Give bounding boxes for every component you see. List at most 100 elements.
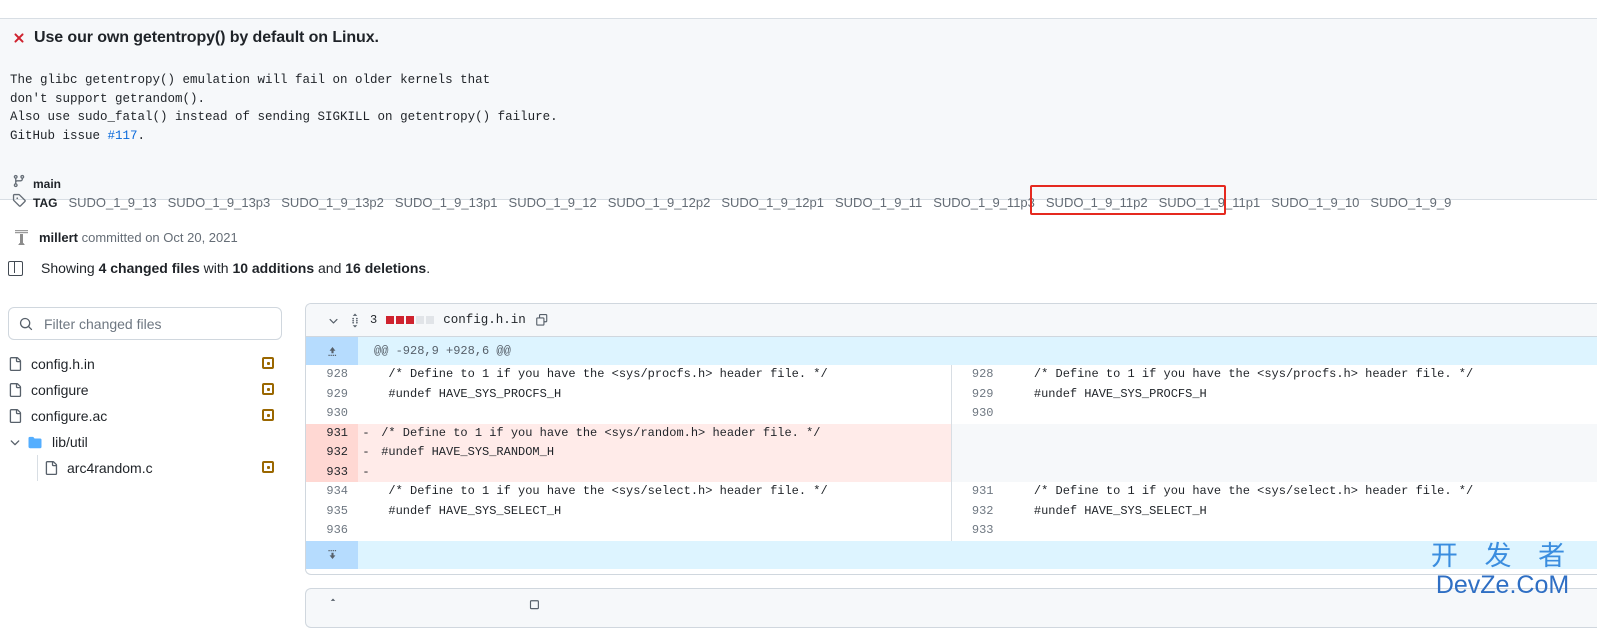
expand-up-button[interactable] (306, 337, 358, 365)
tag-item[interactable]: SUDO_1_9_11p1 (1159, 195, 1261, 210)
tag-item[interactable]: SUDO_1_9_13 (68, 195, 156, 210)
changed-files-summary: Showing 4 changed files with 10 addition… (8, 260, 430, 276)
line-number-right (952, 443, 1004, 463)
line-code-left[interactable] (374, 463, 951, 483)
filter-changed-files-box[interactable] (8, 307, 282, 340)
line-sign-right (1004, 365, 1020, 385)
tag-item[interactable]: SUDO_1_9_11p2 (1046, 195, 1148, 210)
file-tree-item-arc4random-c[interactable]: arc4random.c (8, 455, 288, 481)
tag-item[interactable]: SUDO_1_9_11p3 (933, 195, 1035, 210)
diff-filename[interactable]: config.h.in (443, 313, 526, 327)
changed-files-panel: config.h.in configure configure.ac (8, 307, 288, 481)
line-number-right (952, 424, 1004, 444)
tag-item[interactable]: SUDO_1_9_13p1 (395, 195, 498, 210)
file-tree-folder-lib-util[interactable]: lib/util (8, 429, 288, 455)
line-number-right: 928 (952, 365, 1004, 385)
line-code-right (1020, 463, 1597, 483)
file-tree-item-configure-ac[interactable]: configure.ac (8, 403, 288, 429)
diff-row: 928 /* Define to 1 if you have the <sys/… (306, 365, 1597, 385)
diff-row: 935 #undef HAVE_SYS_SELECT_H 932 #undef … (306, 502, 1597, 522)
expand-down-button[interactable] (306, 541, 358, 569)
line-code-right[interactable] (1020, 404, 1597, 424)
copy-icon[interactable] (535, 313, 549, 327)
line-sign-left (358, 385, 374, 405)
line-number-right: 930 (952, 404, 1004, 424)
tag-item[interactable]: SUDO_1_9_10 (1271, 195, 1359, 210)
diff-row: 936 933 (306, 521, 1597, 541)
line-sign-right (1004, 424, 1020, 444)
line-sign-left (358, 482, 374, 502)
diff-row: 929 #undef HAVE_SYS_PROCFS_H 929 #undef … (306, 385, 1597, 405)
summary-text: Showing 4 changed files with 10 addition… (41, 260, 430, 276)
line-code-right[interactable]: /* Define to 1 if you have the <sys/proc… (1020, 365, 1597, 385)
tag-item[interactable]: SUDO_1_9_13p2 (281, 195, 384, 210)
author-name[interactable]: millert (39, 230, 78, 245)
line-code-left[interactable] (374, 521, 951, 541)
chevron-down-icon (8, 435, 22, 449)
avatar[interactable] (12, 228, 30, 246)
line-code-left[interactable]: #undef HAVE_SYS_SELECT_H (374, 502, 951, 522)
branch-name[interactable]: main (33, 177, 61, 191)
line-sign-right (1004, 385, 1020, 405)
file-tree-item-label: configure.ac (31, 408, 107, 424)
line-number-right (952, 463, 1004, 483)
github-issue-label: GitHub issue (10, 129, 108, 143)
diff-hunk-header-row: @@ -928,9 +928,6 @@ (306, 337, 1597, 365)
file-tree-item-configure[interactable]: configure (8, 377, 288, 403)
line-code-right[interactable]: #undef HAVE_SYS_SELECT_H (1020, 502, 1597, 522)
chevron-down-icon[interactable] (327, 314, 340, 327)
line-sign-right (1004, 404, 1020, 424)
tag-item[interactable]: SUDO_1_9_12p2 (608, 195, 711, 210)
git-branch-icon (12, 174, 26, 193)
drag-handle-icon[interactable] (327, 598, 339, 613)
line-code-right[interactable]: #undef HAVE_SYS_PROCFS_H (1020, 385, 1597, 405)
diff-hunk-header: @@ -928,9 +928,6 @@ (358, 337, 1597, 365)
tag-row: TAG SUDO_1_9_13 SUDO_1_9_13p3 SUDO_1_9_1… (12, 193, 1451, 212)
commit-title-row: Use our own getentropy() by default on L… (12, 29, 379, 47)
line-code-right[interactable] (1020, 521, 1597, 541)
tag-item[interactable]: SUDO_1_9_13p3 (168, 195, 271, 210)
commit-description-line-3: Also use sudo_fatal() instead of sending… (10, 110, 558, 124)
line-code-left[interactable]: /* Define to 1 if you have the <sys/rand… (374, 424, 951, 444)
line-number-left: 932 (306, 443, 358, 463)
commit-description-line-2: don't support getrandom(). (10, 92, 205, 106)
line-sign-left: - (358, 424, 374, 444)
file-icon (44, 460, 58, 476)
commit-date: committed on Oct 20, 2021 (78, 230, 238, 245)
tag-item[interactable]: SUDO_1_9_12p1 (721, 195, 824, 210)
line-code-left[interactable]: #undef HAVE_SYS_PROCFS_H (374, 385, 951, 405)
tag-item[interactable]: SUDO_1_9_11 (835, 195, 922, 210)
diff-expand-down-area[interactable] (358, 541, 1597, 569)
commit-title: Use our own getentropy() by default on L… (34, 29, 379, 47)
line-sign-left (358, 521, 374, 541)
line-sign-right (1004, 482, 1020, 502)
line-code-left[interactable]: #undef HAVE_SYS_RANDOM_H (374, 443, 951, 463)
line-number-right: 932 (952, 502, 1004, 522)
line-sign-left: - (358, 463, 374, 483)
summary-deletions: 16 deletions (345, 260, 426, 276)
line-sign-left (358, 502, 374, 522)
diff-expand-down-row (306, 541, 1597, 569)
summary-files-count: 4 changed files (99, 260, 200, 276)
diff-stat-blocks (386, 316, 434, 324)
copy-icon[interactable] (527, 599, 541, 613)
summary-middle: with (200, 260, 233, 276)
line-code-left[interactable]: /* Define to 1 if you have the <sys/proc… (374, 365, 951, 385)
line-number-left: 929 (306, 385, 358, 405)
file-status-modified-icon (262, 383, 274, 395)
search-input[interactable] (42, 315, 242, 333)
file-icon (8, 382, 22, 398)
tag-item[interactable]: SUDO_1_9_9 (1370, 195, 1451, 210)
diff-row-deleted: 932 - #undef HAVE_SYS_RANDOM_H (306, 443, 1597, 463)
line-number-left: 930 (306, 404, 358, 424)
line-code-left[interactable]: /* Define to 1 if you have the <sys/sele… (374, 482, 951, 502)
commit-description-line-1: The glibc getentropy() emulation will fa… (10, 73, 490, 87)
issue-link[interactable]: #117 (108, 129, 138, 143)
file-tree-item-config-h-in[interactable]: config.h.in (8, 351, 288, 377)
line-code-right[interactable]: /* Define to 1 if you have the <sys/sele… (1020, 482, 1597, 502)
line-sign-left: - (358, 443, 374, 463)
sidebar-toggle-icon[interactable] (8, 261, 23, 276)
tag-item[interactable]: SUDO_1_9_12 (509, 195, 597, 210)
line-code-left[interactable] (374, 404, 951, 424)
drag-handle-icon[interactable] (349, 313, 361, 328)
